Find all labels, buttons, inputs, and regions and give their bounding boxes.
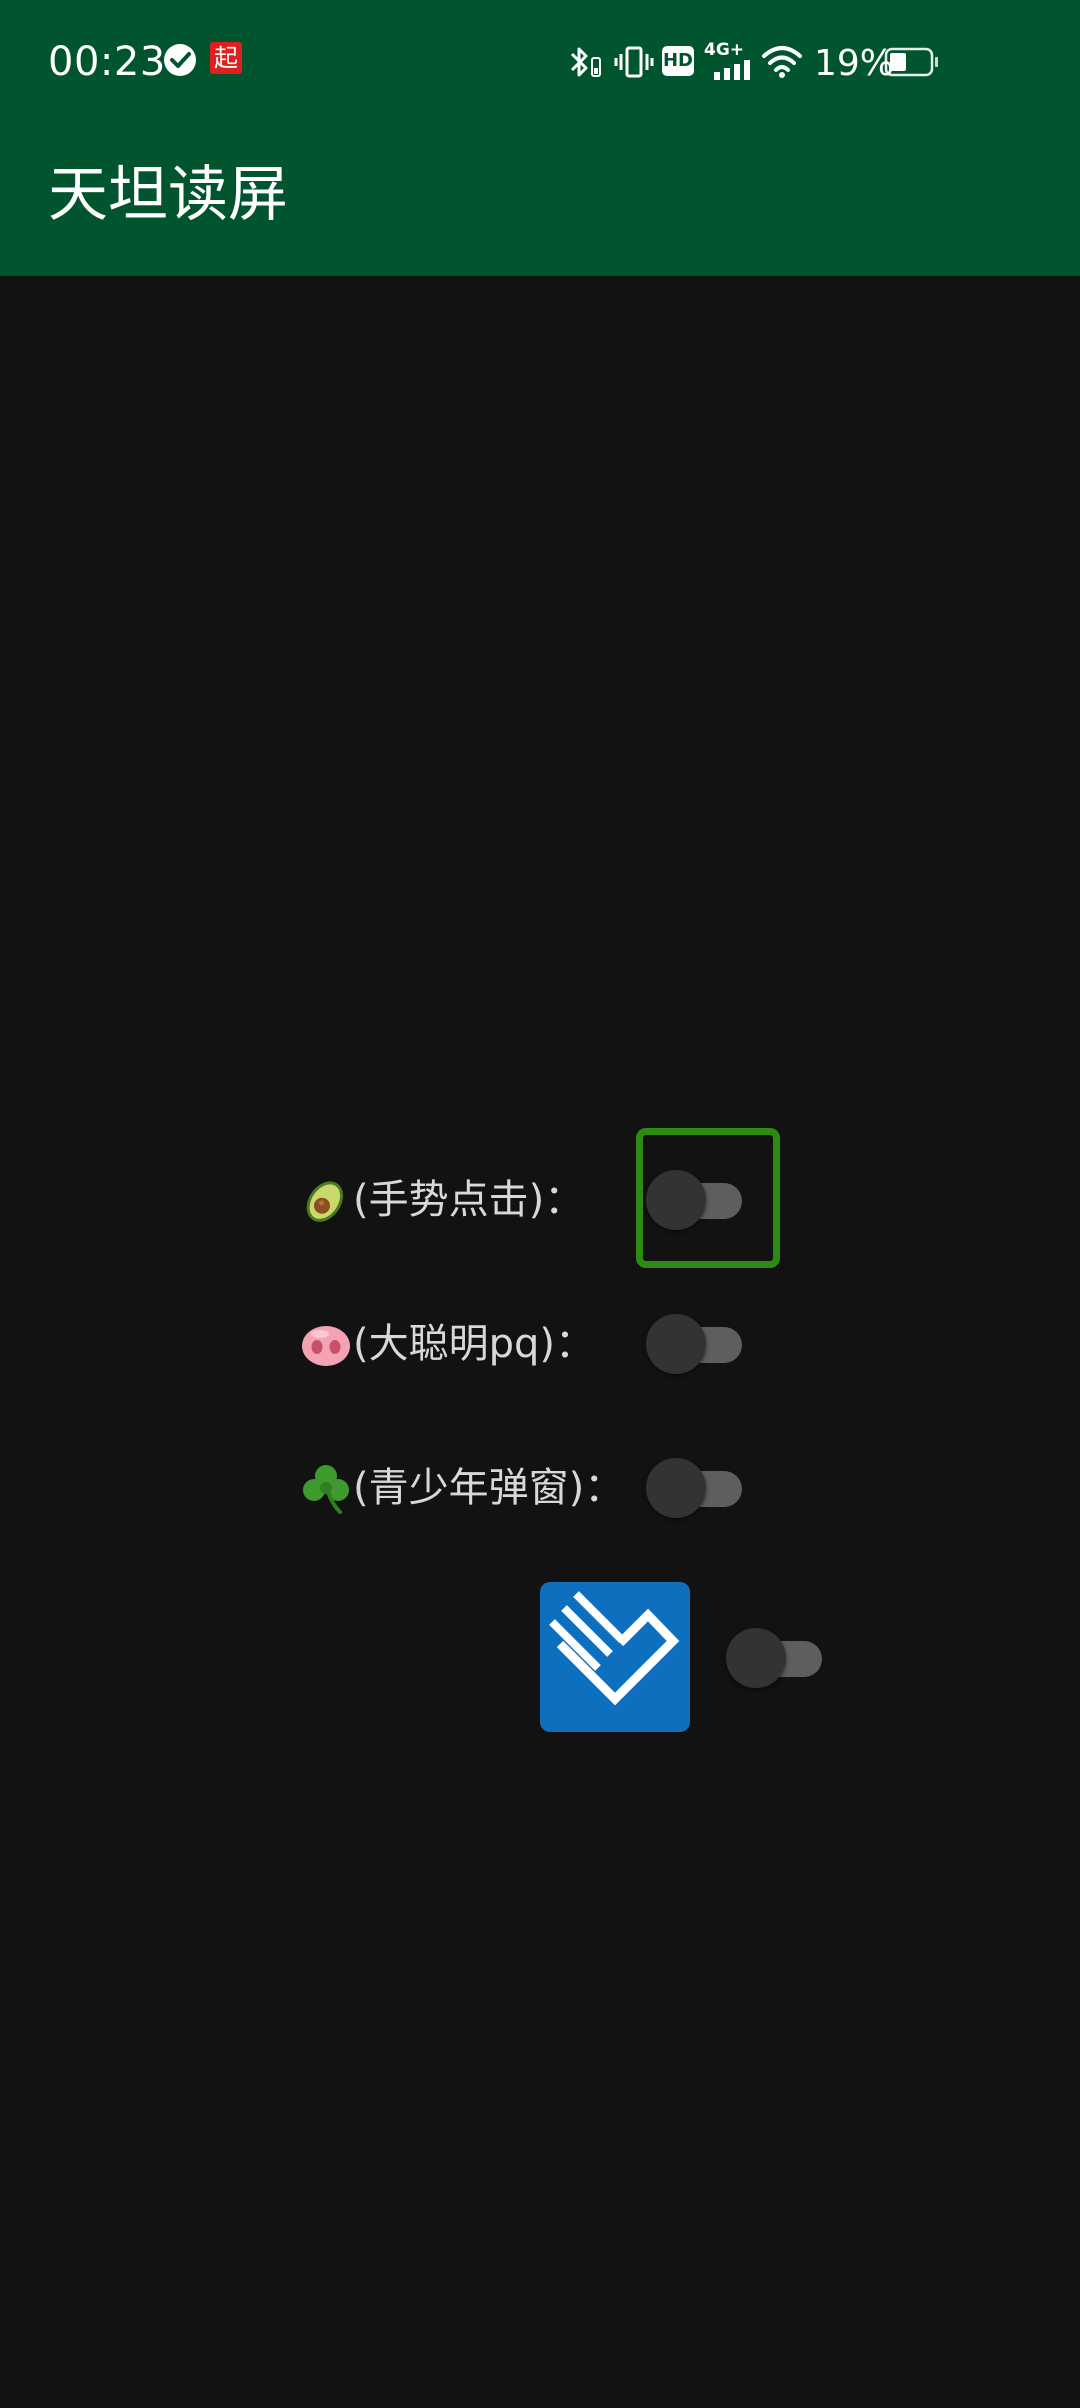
avocado-icon — [306, 1181, 344, 1222]
switch-thumb — [646, 1458, 706, 1518]
smart-pq-label: (大聪明pq)： — [353, 1321, 595, 1367]
wifi-icon — [762, 46, 802, 78]
status-bar: 00:23 起 HD 4G+ 19% — [0, 0, 1080, 120]
toggle-row-teen-popup: (青少年弹窗)： — [0, 1428, 1080, 1548]
switch-thumb — [646, 1314, 706, 1374]
focus-highlight-box — [636, 1128, 780, 1268]
hd-label: HD — [662, 50, 693, 71]
qidian-badge-char: 起 — [214, 44, 238, 72]
pig-nose-icon — [302, 1326, 350, 1366]
4g-signal-icon: 4G+ — [704, 40, 752, 80]
teen-popup-switch[interactable] — [646, 1456, 744, 1520]
teen-popup-label: (青少年弹窗)： — [353, 1465, 625, 1511]
qidian-app-icon: 起 — [210, 42, 242, 74]
bluetooth-icon — [570, 47, 601, 77]
vibrate-icon — [614, 46, 654, 78]
battery-percent: 19% — [814, 43, 895, 84]
network-label: 4G+ — [704, 40, 745, 60]
app-title: 天坦读屏 — [48, 160, 288, 230]
smart-pq-switch[interactable] — [646, 1312, 744, 1376]
status-time: 00:23 — [48, 39, 166, 85]
app-header: 00:23 起 HD 4G+ 19% 天坦读屏 — [0, 0, 1080, 276]
battery-icon — [884, 47, 938, 77]
gesture-click-label: (手势点击)： — [353, 1177, 585, 1223]
switch-thumb — [726, 1628, 786, 1688]
check-circle-icon — [164, 44, 196, 76]
app-icon-switch[interactable] — [726, 1626, 824, 1690]
app-logo-icon — [540, 1582, 690, 1732]
toggle-row-smart-pq: (大聪明pq)： — [0, 1284, 1080, 1404]
hd-icon: HD — [662, 46, 694, 76]
battery-level-fill — [890, 53, 906, 71]
shamrock-icon — [303, 1465, 349, 1514]
toggle-row-gesture-click: (手势点击)： — [0, 1140, 1080, 1260]
